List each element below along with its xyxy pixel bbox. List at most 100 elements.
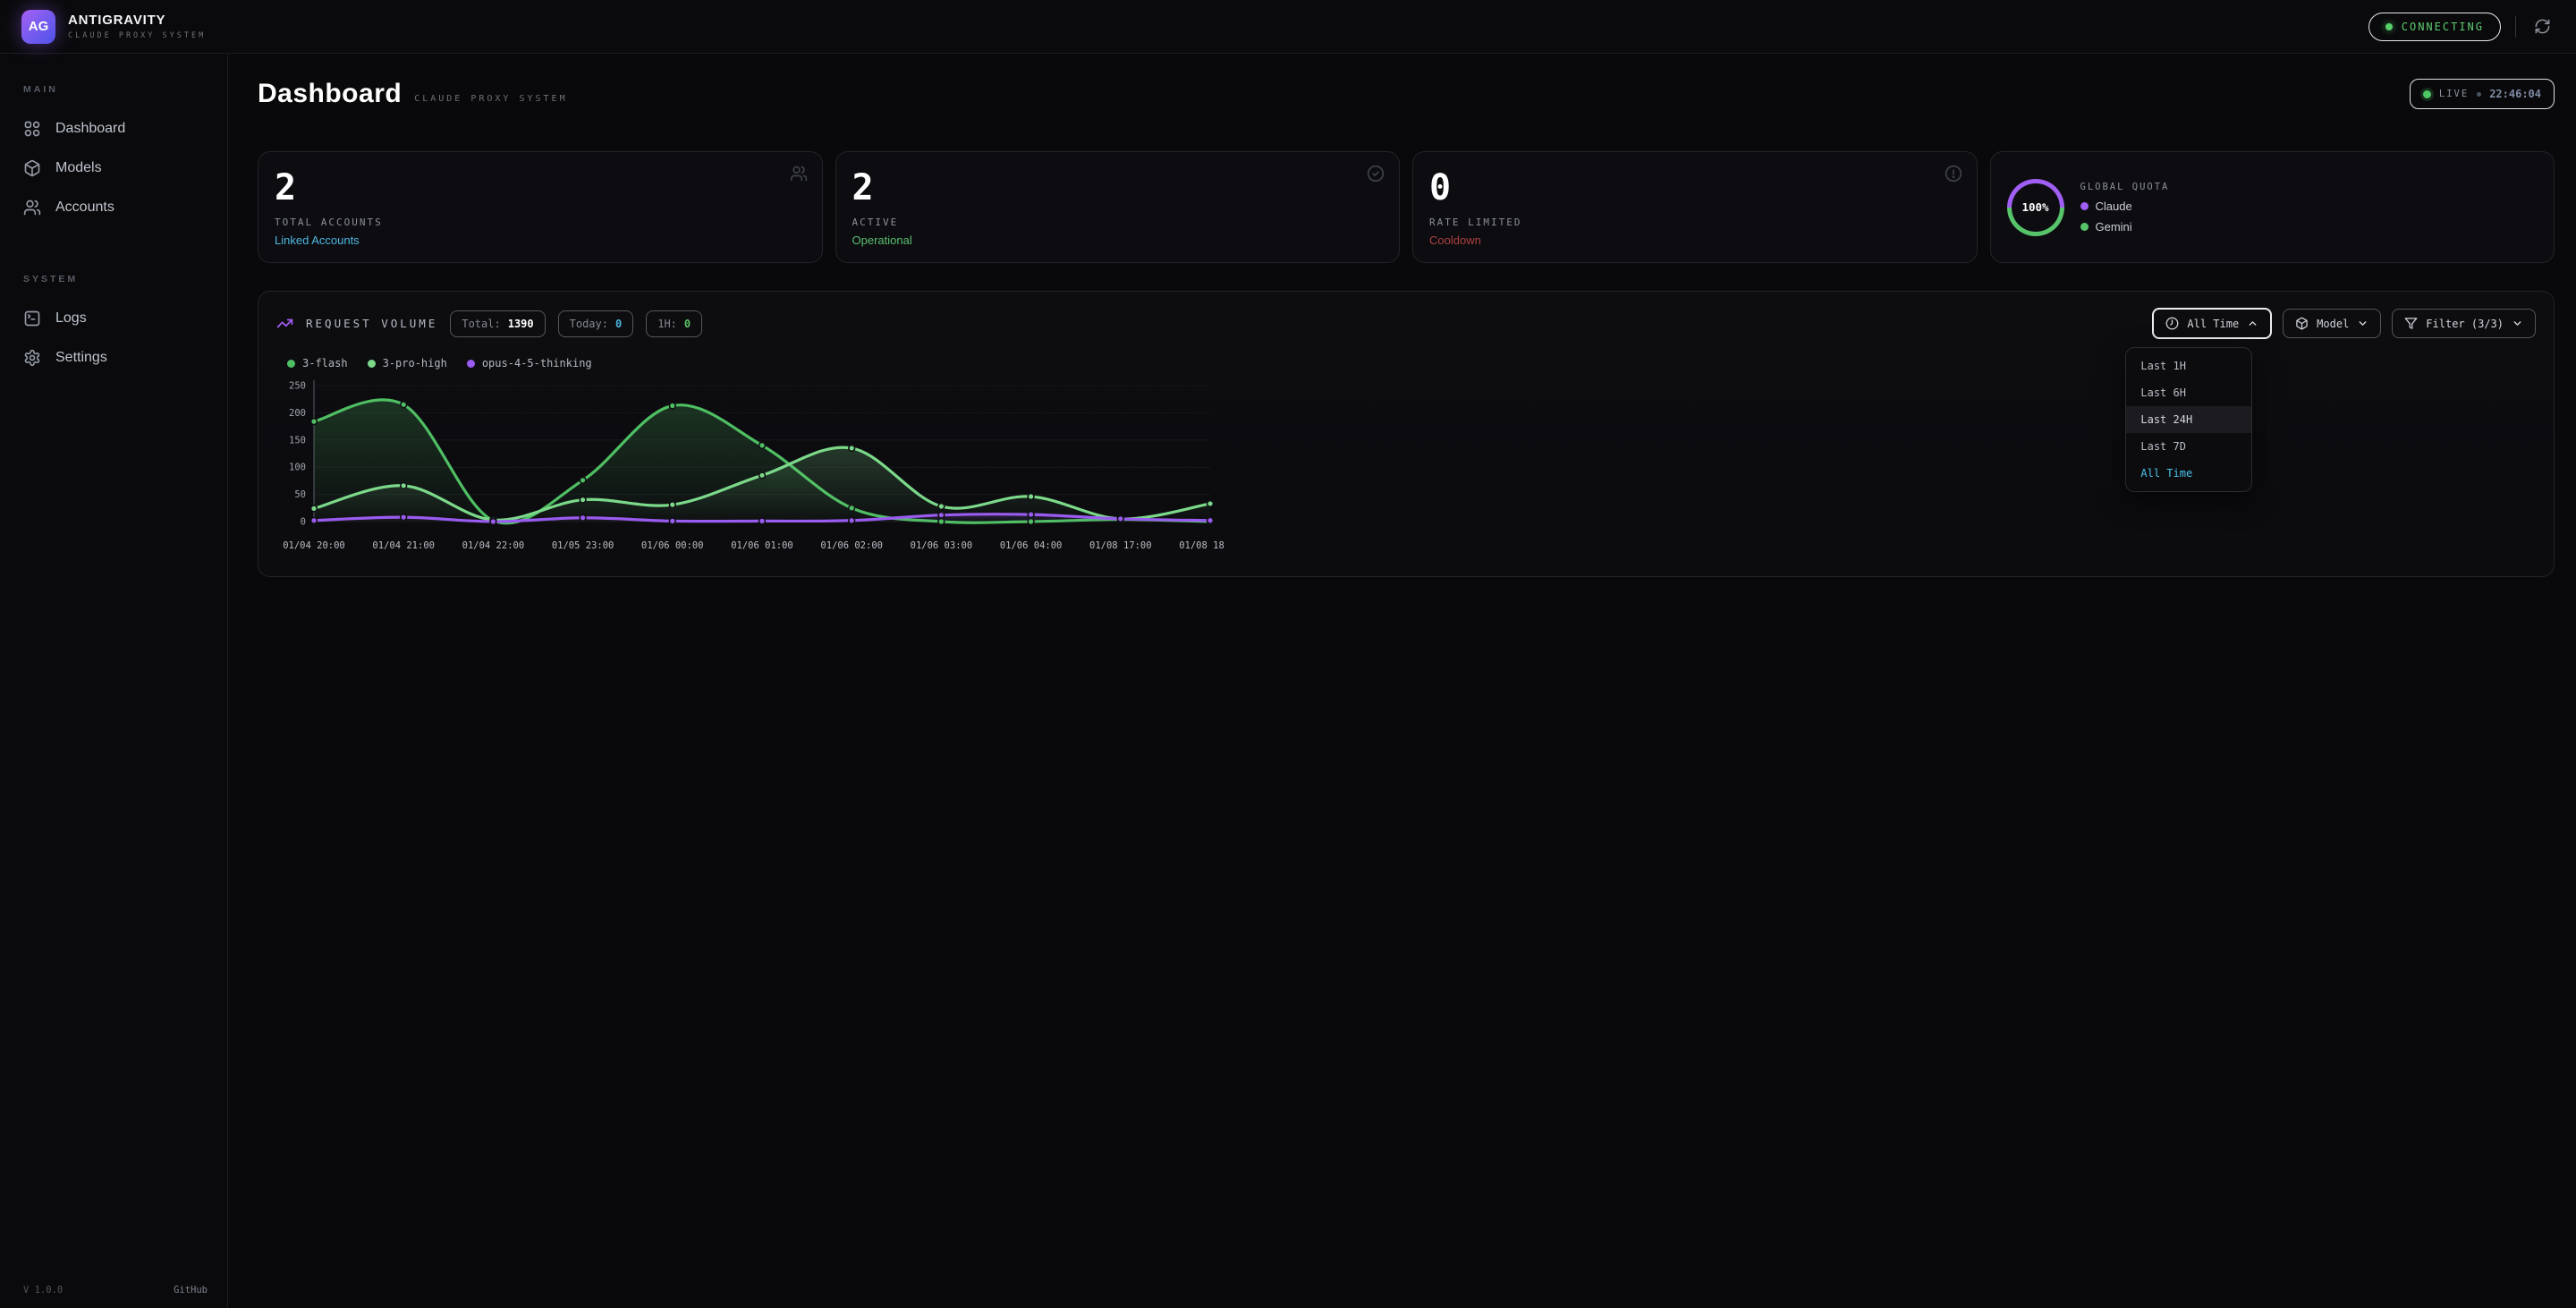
svg-text:250: 250 (289, 381, 306, 392)
svg-text:01/04 20:00: 01/04 20:00 (283, 540, 345, 551)
alert-circle-icon (1945, 165, 1962, 183)
filter-dropdown-label: Filter (3/3) (2426, 318, 2504, 330)
sidebar-section-system: SYSTEM (23, 274, 204, 285)
today-requests-badge: Today: 0 (558, 310, 634, 337)
sidebar-item-label: Models (55, 160, 102, 176)
svg-text:01/06 03:00: 01/06 03:00 (911, 540, 973, 551)
badge-value: 1390 (508, 318, 534, 330)
svg-text:0: 0 (301, 517, 306, 528)
trending-up-icon (276, 315, 293, 332)
time-range-dropdown-menu: Last 1H Last 6H Last 24H Last 7D All Tim… (2125, 347, 2252, 492)
live-clock: 22:46:04 (2489, 88, 2541, 100)
sidebar: MAIN Dashboard Models Accounts SYSTEM Lo… (0, 54, 228, 1308)
app-name: ANTIGRAVITY (68, 13, 206, 28)
stat-label: RATE LIMITED (1429, 217, 1961, 228)
menu-item-last-6h[interactable]: Last 6H (2126, 379, 2251, 406)
sidebar-item-settings[interactable]: Settings (23, 338, 204, 378)
model-dropdown-button[interactable]: Model (2283, 309, 2381, 338)
app-logo: AG (21, 10, 55, 44)
quota-label: GLOBAL QUOTA (2080, 182, 2170, 192)
svg-text:01/04 21:00: 01/04 21:00 (372, 540, 435, 551)
total-requests-badge: Total: 1390 (450, 310, 545, 337)
menu-item-last-7d[interactable]: Last 7D (2126, 433, 2251, 460)
menu-item-last-24h[interactable]: Last 24H (2126, 406, 2251, 433)
svg-text:01/04 22:00: 01/04 22:00 (462, 540, 525, 551)
chevron-up-icon (2247, 318, 2258, 329)
main-content: Dashboard CLAUDE PROXY SYSTEM LIVE 22:46… (228, 54, 2576, 1308)
filter-dropdown-button[interactable]: Filter (3/3) (2392, 309, 2536, 338)
stat-card-rate-limited: 0 RATE LIMITED Cooldown (1412, 151, 1978, 263)
sidebar-section-main: MAIN (23, 84, 204, 95)
line-chart-svg: 05010015020025001/04 20:0001/04 21:0001/… (276, 373, 1226, 563)
page-subtitle: CLAUDE PROXY SYSTEM (414, 94, 567, 104)
series-dot-icon (287, 360, 295, 368)
time-range-dropdown-button[interactable]: All Time (2152, 308, 2272, 339)
status-dot-icon (2385, 23, 2393, 30)
separator-dot-icon (2477, 92, 2481, 97)
quota-legend-claude: Claude (2080, 200, 2170, 213)
github-link[interactable]: GitHub (174, 1285, 208, 1295)
gear-icon (23, 349, 41, 367)
stat-subtext: Linked Accounts (275, 234, 806, 247)
sidebar-item-logs[interactable]: Logs (23, 299, 204, 338)
stat-subtext: Cooldown (1429, 234, 1961, 247)
live-label: LIVE (2439, 89, 2469, 99)
svg-text:01/05 23:00: 01/05 23:00 (552, 540, 614, 551)
svg-text:150: 150 (289, 435, 306, 446)
app-logo-text: AG (29, 19, 49, 34)
svg-text:01/06 02:00: 01/06 02:00 (820, 540, 883, 551)
request-volume-panel: REQUEST VOLUME Total: 1390 Today: 0 1H: … (258, 291, 2555, 577)
quota-gauge: 100% (2007, 179, 2064, 236)
stat-subtext: Operational (852, 234, 1384, 247)
connection-status-badge: CONNECTING (2368, 13, 2501, 41)
svg-text:01/06 04:00: 01/06 04:00 (1000, 540, 1063, 551)
global-quota-card: 100% GLOBAL QUOTA Claude Gemini (1990, 151, 2555, 263)
sidebar-item-accounts[interactable]: Accounts (23, 188, 204, 227)
cube-icon (23, 159, 41, 177)
panel-title: REQUEST VOLUME (306, 317, 437, 330)
sidebar-item-models[interactable]: Models (23, 149, 204, 188)
check-circle-icon (1367, 165, 1385, 183)
quota-legend-label: Gemini (2096, 220, 2132, 234)
legend-item-opus: opus-4-5-thinking (467, 357, 592, 369)
svg-text:01/06 01:00: 01/06 01:00 (731, 540, 793, 551)
clock-icon (2165, 317, 2179, 330)
stat-card-total-accounts: 2 TOTAL ACCOUNTS Linked Accounts (258, 151, 823, 263)
stat-card-active: 2 ACTIVE Operational (835, 151, 1401, 263)
quota-value: 100% (2021, 200, 2048, 214)
series-dot-icon (368, 360, 376, 368)
quota-legend-gemini: Gemini (2080, 220, 2170, 234)
users-icon (790, 165, 808, 183)
y-axis-ticks: 050100150200250 (289, 381, 306, 528)
version-label: V 1.0.0 (23, 1285, 63, 1295)
legend-item-3-flash: 3-flash (287, 357, 348, 369)
badge-value: 0 (684, 318, 691, 330)
sidebar-item-label: Logs (55, 310, 87, 327)
refresh-button[interactable] (2530, 14, 2555, 38)
live-status-badge: LIVE 22:46:04 (2410, 79, 2555, 109)
live-dot-icon (2423, 90, 2431, 98)
claude-dot-icon (2080, 202, 2089, 210)
svg-text:50: 50 (294, 489, 306, 500)
legend-label: 3-flash (302, 357, 348, 369)
hour-requests-badge: 1H: 0 (646, 310, 702, 337)
terminal-icon (23, 310, 41, 327)
series-dot-icon (467, 360, 475, 368)
sidebar-item-dashboard[interactable]: Dashboard (23, 109, 204, 149)
badge-label: Total: (462, 318, 500, 330)
gemini-dot-icon (2080, 223, 2089, 231)
refresh-icon (2534, 18, 2551, 35)
badge-label: Today: (570, 318, 608, 330)
top-bar: AG ANTIGRAVITY CLAUDE PROXY SYSTEM CONNE… (0, 0, 2576, 54)
sidebar-item-label: Settings (55, 350, 107, 366)
time-range-value: All Time (2187, 318, 2239, 330)
menu-item-all-time[interactable]: All Time (2126, 460, 2251, 487)
sidebar-item-label: Accounts (55, 200, 114, 216)
quota-legend-label: Claude (2096, 200, 2132, 213)
stat-label: ACTIVE (852, 217, 1384, 228)
svg-text:01/06 00:00: 01/06 00:00 (641, 540, 704, 551)
chevron-down-icon (2357, 318, 2368, 329)
menu-item-last-1h[interactable]: Last 1H (2126, 352, 2251, 379)
legend-label: opus-4-5-thinking (482, 357, 592, 369)
model-dropdown-label: Model (2317, 318, 2349, 330)
